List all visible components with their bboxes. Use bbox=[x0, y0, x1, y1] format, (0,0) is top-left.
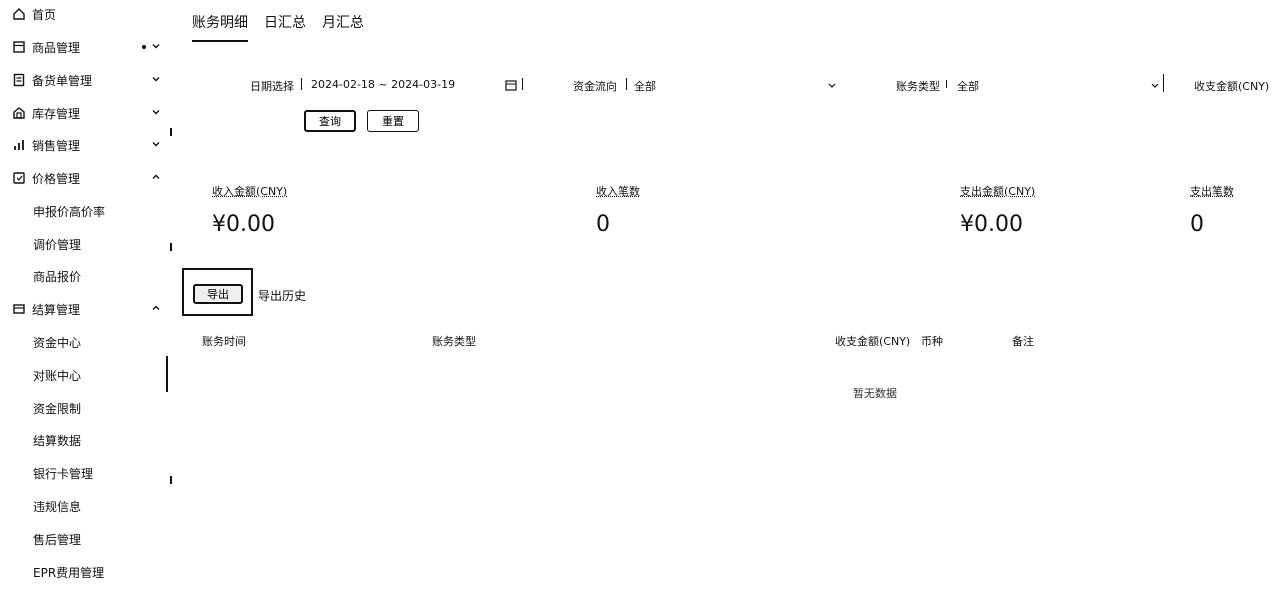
sidebar-subitem-label: 调价管理 bbox=[33, 238, 82, 252]
sidebar-item-label: 首页 bbox=[32, 8, 57, 22]
reset-button[interactable]: 重置 bbox=[367, 110, 419, 132]
sidebar-scrollbar[interactable] bbox=[166, 356, 168, 392]
chevron-up-icon bbox=[152, 174, 160, 179]
column-header-time: 账务时间 bbox=[202, 335, 246, 348]
search-button[interactable]: 查询 bbox=[304, 110, 356, 132]
sidebar-item-home[interactable]: 首页 bbox=[0, 0, 168, 28]
input-divider bbox=[626, 78, 627, 90]
input-divider bbox=[522, 78, 523, 90]
income-amount-value: ¥0.00 bbox=[212, 212, 275, 237]
sidebar-item-label: 库存管理 bbox=[32, 107, 81, 121]
sidebar-subitem-product-quote[interactable]: 商品报价 bbox=[0, 262, 168, 290]
sidebar-subitem-label: 资金限制 bbox=[33, 402, 82, 416]
sidebar-item-label: 销售管理 bbox=[32, 139, 81, 153]
settlement-icon bbox=[13, 304, 25, 314]
sidebar-subitem-violations[interactable]: 违规信息 bbox=[0, 492, 168, 520]
fund-flow-select[interactable]: 全部 bbox=[634, 78, 656, 94]
account-type-select[interactable]: 全部 bbox=[957, 78, 979, 94]
expense-amount-label: 支出金额(CNY) bbox=[960, 185, 1036, 198]
column-header-remark: 备注 bbox=[1012, 335, 1034, 348]
sidebar-item-stock-orders[interactable]: 备货单管理 bbox=[0, 66, 168, 94]
sidebar-item-label: 结算管理 bbox=[32, 303, 81, 317]
expense-count-label: 支出笔数 bbox=[1190, 185, 1234, 198]
expense-amount-value: ¥0.00 bbox=[960, 212, 1023, 237]
home-icon bbox=[13, 8, 25, 20]
sidebar-subitem-label: 售后管理 bbox=[33, 533, 82, 547]
tab-daily-summary[interactable]: 日汇总 bbox=[264, 12, 306, 32]
sidebar-subitem-fund-limits[interactable]: 资金限制 bbox=[0, 394, 168, 422]
chevron-down-icon bbox=[152, 77, 160, 82]
chevron-down-icon bbox=[152, 142, 160, 147]
income-count-value: 0 bbox=[596, 212, 610, 237]
export-button[interactable]: 导出 bbox=[193, 284, 243, 304]
sidebar-subitem-price-adjust[interactable]: 调价管理 bbox=[0, 230, 168, 258]
order-icon bbox=[13, 73, 25, 87]
sidebar-subitem-fund-center[interactable]: 资金中心 bbox=[0, 328, 168, 356]
export-history-link[interactable]: 导出历史 bbox=[258, 287, 306, 304]
sidebar-subitem-label: 对账中心 bbox=[33, 369, 82, 383]
chevron-down-icon[interactable] bbox=[1150, 80, 1160, 90]
column-header-currency: 币种 bbox=[921, 335, 943, 348]
price-tag-icon bbox=[13, 172, 25, 184]
date-filter-label: 日期选择 bbox=[250, 80, 294, 93]
product-icon bbox=[13, 41, 25, 53]
tab-monthly-summary[interactable]: 月汇总 bbox=[322, 12, 364, 32]
notification-dot bbox=[142, 45, 146, 49]
sidebar-subitem-epr-fees[interactable]: EPR费用管理 bbox=[0, 558, 168, 586]
calendar-icon[interactable] bbox=[505, 79, 517, 91]
sidebar: 首页 商品管理 备货单管理 库存管理 销售管理 价格管理 申报价高价率 调价管理… bbox=[0, 0, 168, 594]
sidebar-item-sales[interactable]: 销售管理 bbox=[0, 131, 168, 159]
sidebar-subitem-label: 资金中心 bbox=[33, 336, 82, 350]
sidebar-item-settlement[interactable]: 结算管理 bbox=[0, 295, 168, 323]
sidebar-item-label: 价格管理 bbox=[32, 172, 81, 186]
sidebar-subitem-label: 银行卡管理 bbox=[33, 467, 94, 481]
input-divider bbox=[301, 78, 302, 90]
column-header-type: 账务类型 bbox=[432, 335, 476, 348]
sidebar-subitem-label: 申报价高价率 bbox=[33, 205, 106, 219]
sales-chart-icon bbox=[14, 140, 24, 150]
sidebar-subitem-bank-cards[interactable]: 银行卡管理 bbox=[0, 459, 168, 487]
collapse-handle[interactable] bbox=[170, 476, 172, 484]
collapse-handle[interactable] bbox=[170, 128, 172, 136]
sidebar-item-products[interactable]: 商品管理 bbox=[0, 33, 168, 61]
sidebar-subitem-label: 违规信息 bbox=[33, 500, 82, 514]
input-divider bbox=[1163, 74, 1164, 92]
empty-state-text: 暂无数据 bbox=[853, 387, 897, 400]
chevron-down-icon[interactable] bbox=[827, 80, 837, 90]
chevron-down-icon bbox=[152, 110, 160, 115]
sidebar-item-label: 商品管理 bbox=[32, 41, 81, 55]
chevron-up-icon bbox=[152, 305, 160, 310]
sidebar-subitem-label: 商品报价 bbox=[33, 270, 82, 284]
account-type-label: 账务类型 bbox=[896, 80, 940, 93]
sidebar-subitem-after-sales[interactable]: 售后管理 bbox=[0, 525, 168, 553]
income-count-label: 收入笔数 bbox=[596, 185, 640, 198]
sidebar-subitem-settlement-data[interactable]: 结算数据 bbox=[0, 426, 168, 454]
sidebar-item-price[interactable]: 价格管理 bbox=[0, 164, 168, 192]
income-amount-label: 收入金额(CNY) bbox=[212, 185, 288, 198]
sidebar-subitem-label: EPR费用管理 bbox=[33, 566, 105, 580]
fund-flow-label: 资金流向 bbox=[573, 80, 617, 93]
sidebar-item-label: 备货单管理 bbox=[32, 74, 93, 88]
sidebar-subitem-label: 结算数据 bbox=[33, 434, 82, 448]
sidebar-item-inventory[interactable]: 库存管理 bbox=[0, 99, 168, 127]
sidebar-subitem-reconciliation[interactable]: 对账中心 bbox=[0, 361, 168, 389]
chevron-down-icon bbox=[152, 44, 160, 49]
input-divider bbox=[946, 80, 947, 88]
sidebar-subitem-declared-price-ratio[interactable]: 申报价高价率 bbox=[0, 197, 168, 225]
tab-account-details[interactable]: 账务明细 bbox=[192, 12, 248, 42]
amount-filter-label: 收支金额(CNY) bbox=[1194, 80, 1270, 93]
date-range-input[interactable]: 2024-02-18 ~ 2024-03-19 bbox=[311, 78, 455, 91]
inventory-icon bbox=[13, 107, 25, 119]
expense-count-value: 0 bbox=[1190, 212, 1204, 237]
collapse-handle[interactable] bbox=[170, 243, 172, 251]
column-header-amount: 收支金额(CNY) bbox=[835, 335, 911, 348]
